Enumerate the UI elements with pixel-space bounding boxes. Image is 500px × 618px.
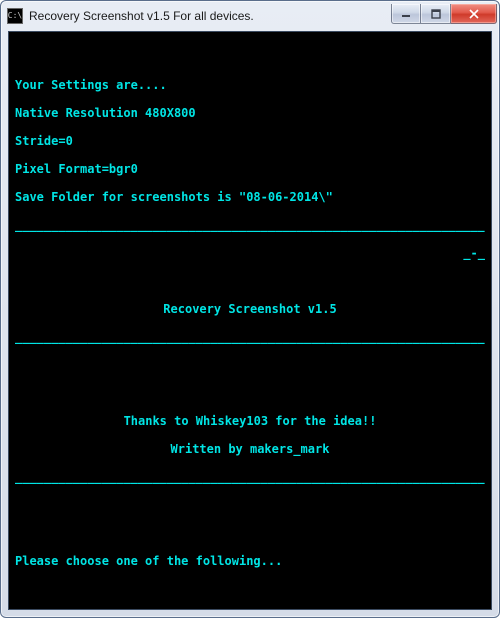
titlebar[interactable]: C:\ Recovery Screenshot v1.5 For all dev… <box>1 1 499 31</box>
banner-title: Recovery Screenshot v1.5 <box>15 302 485 316</box>
blank-line <box>15 50 485 64</box>
settings-resolution: Native Resolution 480X800 <box>15 106 485 120</box>
settings-pixelformat: Pixel Format=bgr0 <box>15 162 485 176</box>
console-area[interactable]: Your Settings are.... Native Resolution … <box>8 31 492 610</box>
blank-line <box>15 526 485 540</box>
divider-3: ________________________________________… <box>15 470 485 484</box>
settings-header: Your Settings are.... <box>15 78 485 92</box>
window-title: Recovery Screenshot v1.5 For all devices… <box>29 9 391 23</box>
app-window: C:\ Recovery Screenshot v1.5 For all dev… <box>0 0 500 618</box>
close-icon <box>468 9 480 19</box>
blank-line <box>15 274 485 288</box>
close-button[interactable] <box>451 4 497 24</box>
cmd-icon: C:\ <box>7 8 23 24</box>
blank-line <box>15 582 485 596</box>
settings-savefolder: Save Folder for screenshots is "08-06-20… <box>15 190 485 204</box>
menu-header: Please choose one of the following... <box>15 554 485 568</box>
divider-1-trail: _-_ <box>15 246 485 260</box>
banner-thanks: Thanks to Whiskey103 for the idea!! <box>15 414 485 428</box>
blank-line <box>15 386 485 400</box>
divider-2: ________________________________________… <box>15 330 485 344</box>
window-controls <box>391 4 497 24</box>
maximize-icon <box>431 9 441 19</box>
blank-line <box>15 358 485 372</box>
maximize-button[interactable] <box>421 4 451 24</box>
divider-1: ________________________________________… <box>15 218 485 232</box>
minimize-icon <box>401 9 411 19</box>
banner-author: Written by makers_mark <box>15 442 485 456</box>
minimize-button[interactable] <box>391 4 421 24</box>
blank-line <box>15 498 485 512</box>
settings-stride: Stride=0 <box>15 134 485 148</box>
